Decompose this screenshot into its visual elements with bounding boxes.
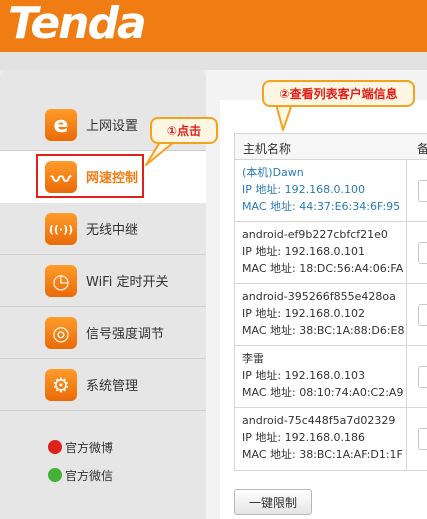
table-row: android-75c448f5a7d02329 IP 地址: 192.168.… [235, 408, 427, 470]
client-mac: MAC 地址: 44:37:E6:34:6F:95 [242, 200, 401, 213]
weibo-icon [48, 440, 62, 454]
sidebar-item-wireless-relay[interactable]: ((·)) 无线中继 [0, 203, 206, 255]
client-ip: IP 地址: 192.168.0.101 [242, 245, 366, 258]
client-table: 主机名称 备 (本机)Dawn IP 地址: 192.168.0.100 MAC… [234, 133, 427, 471]
step1-callout: ①点击 [150, 117, 218, 144]
wechat-label: 官方微信 [65, 469, 114, 483]
sidebar-item-wifi-timer[interactable]: ◷ WiFi 定时开关 [0, 255, 206, 307]
header-divider [0, 52, 427, 70]
highlight-box [36, 154, 144, 198]
ie-icon: e [45, 109, 77, 141]
client-info-cell: 李雷 IP 地址: 192.168.0.103 MAC 地址: 08:10:74… [235, 346, 407, 407]
wechat-icon [48, 468, 62, 482]
sidebar-item-label: 系统管理 [86, 379, 139, 394]
sidebar-item-signal-strength[interactable]: ◎ 信号强度调节 [0, 307, 206, 359]
client-info-cell: android-75c448f5a7d02329 IP 地址: 192.168.… [235, 408, 407, 470]
client-mac: MAC 地址: 38:BC:1A:AF:D1:1F [242, 448, 403, 461]
signal-icon: ◎ [45, 317, 77, 349]
client-hostname: (本机)Dawn [242, 166, 304, 179]
remark-input[interactable] [418, 428, 427, 450]
client-hostname: android-75c448f5a7d02329 [242, 414, 396, 427]
table-header: 主机名称 备 [235, 134, 427, 160]
client-ip: IP 地址: 192.168.0.100 [242, 183, 366, 196]
column-header-remark: 备 [417, 142, 427, 156]
remark-input[interactable] [418, 242, 427, 264]
timer-icon: ◷ [45, 265, 77, 297]
gear-icon: ⚙ [45, 369, 77, 401]
remark-input[interactable] [418, 366, 427, 388]
sidebar-item-label: WiFi 定时开关 [86, 275, 169, 290]
client-mac: MAC 地址: 18:DC:56:A4:06:FA [242, 262, 404, 275]
step2-callout: ②查看列表客户端信息 [262, 80, 415, 107]
wechat-link[interactable]: 官方微信 [48, 467, 113, 484]
column-header-hostname: 主机名称 [243, 142, 292, 156]
client-hostname: android-ef9b227cbfcf21e0 [242, 228, 388, 241]
client-mac: MAC 地址: 08:10:74:A0:C2:A9 [242, 386, 404, 399]
remark-input[interactable] [418, 304, 427, 326]
table-row: android-ef9b227cbfcf21e0 IP 地址: 192.168.… [235, 222, 427, 284]
table-row: android-395266f855e428oa IP 地址: 192.168.… [235, 284, 427, 346]
sidebar-item-label: 信号强度调节 [86, 327, 165, 342]
client-hostname: android-395266f855e428oa [242, 290, 396, 303]
client-hostname: 李雷 [242, 352, 264, 365]
remark-input[interactable] [418, 180, 427, 202]
table-row: 李雷 IP 地址: 192.168.0.103 MAC 地址: 08:10:74… [235, 346, 427, 408]
client-ip: IP 地址: 192.168.0.102 [242, 307, 366, 320]
client-info-cell: android-ef9b227cbfcf21e0 IP 地址: 192.168.… [235, 222, 407, 283]
weibo-link[interactable]: 官方微博 [48, 439, 113, 456]
client-info-cell: android-395266f855e428oa IP 地址: 192.168.… [235, 284, 407, 345]
header-bar: Tenda [0, 0, 427, 52]
weibo-label: 官方微博 [65, 441, 114, 455]
sidebar-item-label: 无线中继 [86, 223, 139, 238]
wireless-relay-icon: ((·)) [45, 213, 77, 245]
client-mac: MAC 地址: 38:BC:1A:88:D6:E8 [242, 324, 405, 337]
sidebar-item-label: 上网设置 [86, 119, 139, 134]
table-row: (本机)Dawn IP 地址: 192.168.0.100 MAC 地址: 44… [235, 160, 427, 222]
client-info-cell: (本机)Dawn IP 地址: 192.168.0.100 MAC 地址: 44… [235, 160, 407, 221]
tenda-logo: Tenda [8, 0, 147, 49]
client-ip: IP 地址: 192.168.0.186 [242, 431, 366, 444]
sidebar-item-system-management[interactable]: ⚙ 系统管理 [0, 359, 206, 411]
limit-all-button[interactable]: 一键限制 [234, 489, 312, 515]
client-ip: IP 地址: 192.168.0.103 [242, 369, 366, 382]
